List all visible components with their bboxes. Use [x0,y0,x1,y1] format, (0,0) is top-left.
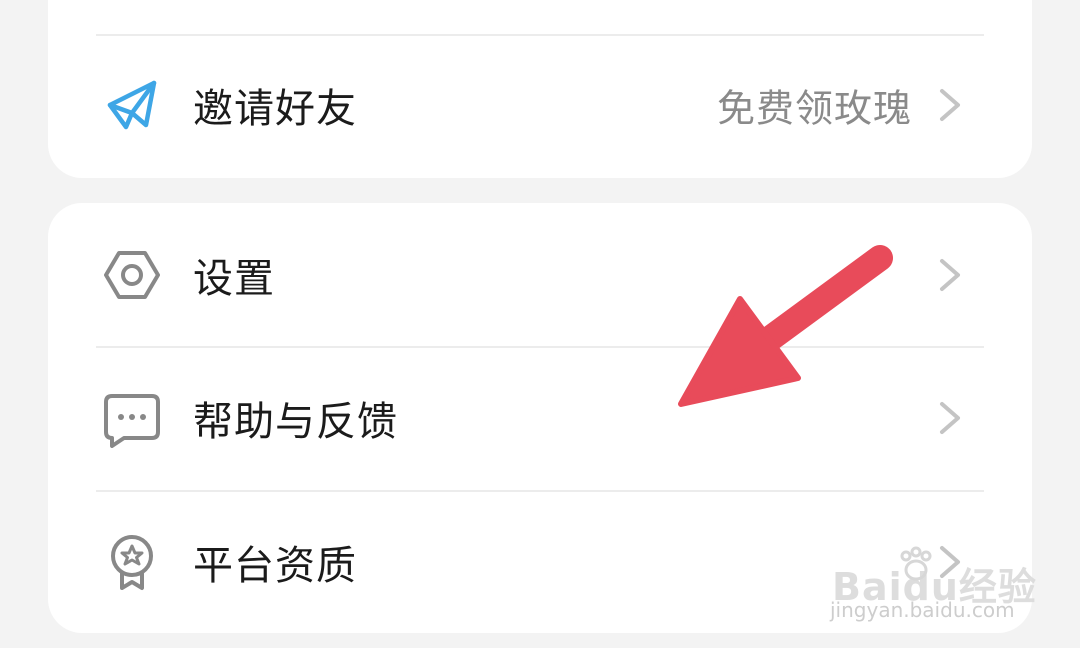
menu-item-label: 设置 [193,256,275,302]
menu-item-label: 帮助与反馈 [193,399,398,445]
menu-item-label: 平台资质 [193,543,357,589]
chevron-right-icon [936,85,964,125]
row-divider [96,34,984,36]
chevron-right-icon [936,398,964,438]
paper-plane-icon [102,75,162,135]
menu-item-settings[interactable]: 设置 [48,215,1032,335]
chevron-right-icon [936,255,964,295]
chat-bubble-icon [102,388,162,448]
menu-item-invite-friends[interactable]: 邀请好友 免费领玫瑰 [48,45,1032,165]
row-divider [96,346,984,348]
baidu-watermark: Baidu经验 jingyan.baidu.com [828,528,1036,628]
row-divider [96,490,984,492]
menu-item-value: 免费领玫瑰 [716,86,912,131]
settings-hexagon-icon [102,245,162,305]
menu-item-label: 邀请好友 [193,86,357,132]
menu-card-top: 邀请好友 免费领玫瑰 [48,0,1032,178]
menu-item-help-feedback[interactable]: 帮助与反馈 [48,358,1032,478]
award-badge-icon [102,532,162,592]
watermark-url: jingyan.baidu.com [830,598,1015,622]
